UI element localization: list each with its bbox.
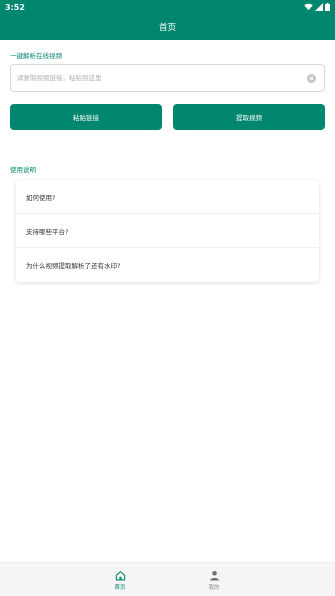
- paste-link-button[interactable]: 粘贴链接: [10, 104, 162, 130]
- home-icon: [115, 570, 125, 580]
- faq-item-watermark[interactable]: 为什么视频提取解析了还有水印?: [16, 248, 319, 282]
- faq-list: 如何使用? 支持哪些平台? 为什么视频提取解析了还有水印?: [16, 180, 319, 282]
- status-bar: 3:52: [0, 0, 335, 14]
- parse-section-label: 一键解析在线视频: [10, 52, 62, 60]
- nav-item-mine[interactable]: 我的: [174, 563, 254, 596]
- bottom-nav: 首页 我的: [0, 562, 335, 596]
- link-input-box: [10, 64, 325, 92]
- signal-icon: [315, 3, 323, 11]
- nav-item-home[interactable]: 首页: [80, 563, 160, 596]
- status-icons: [304, 3, 330, 11]
- status-time: 3:52: [5, 2, 25, 12]
- page-title: 首页: [158, 23, 176, 33]
- tutorial-section-label: 使用说明: [10, 166, 36, 174]
- nav-label-mine: 我的: [208, 584, 220, 591]
- faq-item-supported-platforms[interactable]: 支持哪些平台?: [16, 214, 319, 248]
- nav-label-home: 首页: [114, 584, 126, 591]
- battery-icon: [325, 3, 330, 11]
- person-icon: [209, 570, 219, 581]
- link-input[interactable]: [17, 74, 307, 82]
- app-bar: 首页: [0, 14, 335, 40]
- faq-item-how-to-use[interactable]: 如何使用?: [16, 180, 319, 214]
- extract-video-button[interactable]: 提取视频: [173, 104, 325, 130]
- wifi-icon: [304, 3, 313, 11]
- clear-icon[interactable]: [307, 73, 316, 83]
